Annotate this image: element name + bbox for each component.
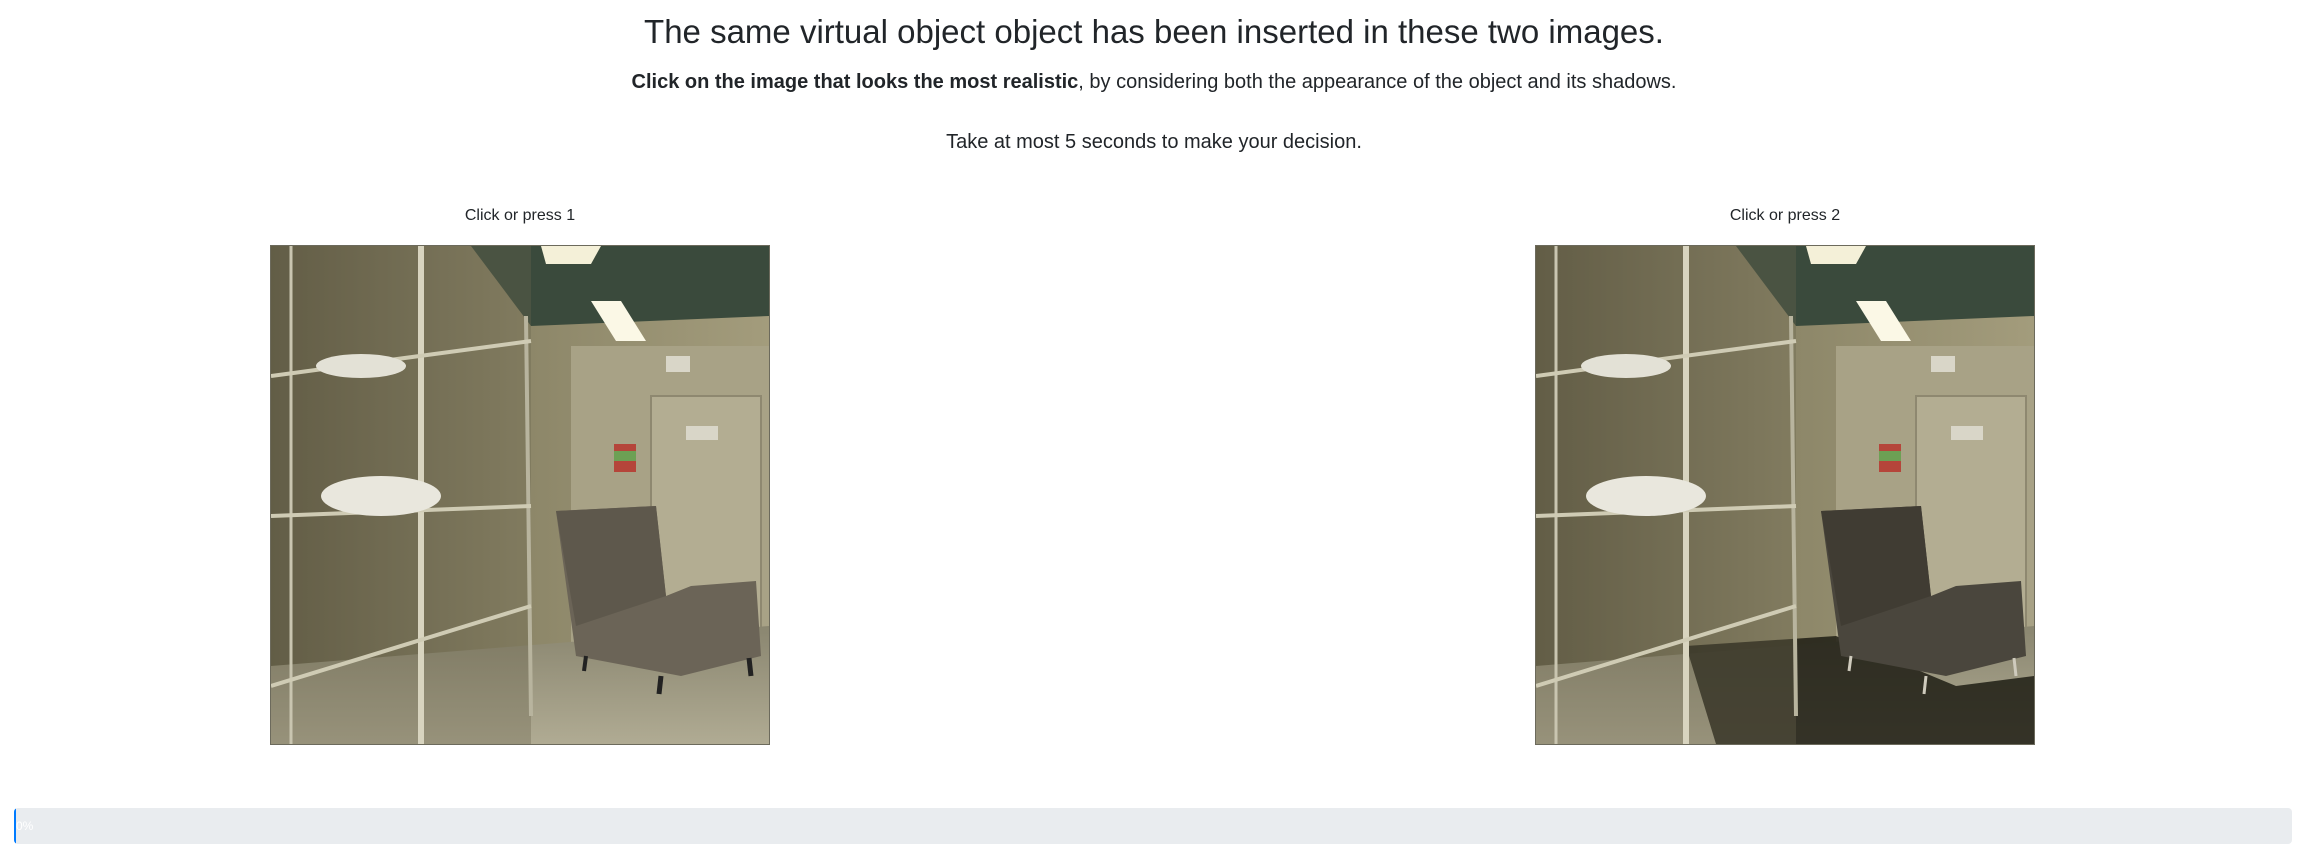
page-title: The same virtual object object has been …: [644, 13, 1664, 50]
instruction-emphasis: Click on the image that looks the most r…: [631, 71, 1079, 93]
choice-1-label: Click or press 1: [464, 207, 576, 224]
progress-track: 0%: [14, 808, 2292, 844]
progress-bar: 0%: [14, 808, 33, 844]
choice-1[interactable]: Click or press 1: [270, 204, 770, 745]
choice-2-image[interactable]: [1535, 245, 2035, 745]
scene-1-illustration: [271, 246, 769, 744]
instruction-text: Click on the image that looks the most r…: [0, 68, 2308, 96]
choice-2[interactable]: Click or press 2: [1535, 204, 2035, 745]
time-limit-note: Take at most 5 seconds to make your deci…: [946, 131, 1362, 153]
choice-1-image[interactable]: [270, 245, 770, 745]
choice-2-label: Click or press 2: [1729, 207, 1841, 224]
instruction-detail: , by considering both the appearance of …: [1078, 71, 1677, 93]
experiment-page: The same virtual object object has been …: [0, 0, 2308, 865]
scene-2-illustration: [1536, 246, 2034, 744]
